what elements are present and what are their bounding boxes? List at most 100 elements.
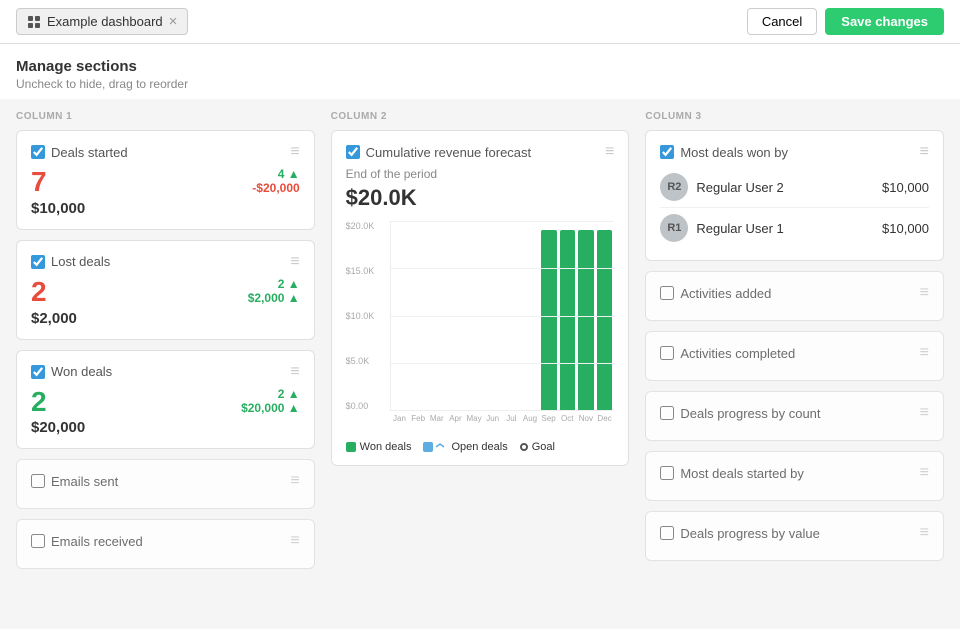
column-3: COLUMN 3 Most deals won by ≡ R2 Regular … bbox=[637, 111, 944, 617]
bar-jan bbox=[393, 221, 409, 410]
deals-progress-value-drag[interactable]: ≡ bbox=[920, 524, 929, 542]
emails-received-checkbox[interactable] bbox=[31, 534, 45, 548]
deals-started-card: Deals started ≡ 7 $10,000 4 ▲ -$20,000 bbox=[16, 130, 315, 230]
most-deals-won-checkbox[interactable] bbox=[660, 145, 674, 159]
most-deals-won-drag[interactable]: ≡ bbox=[920, 143, 929, 161]
column-1: COLUMN 1 Deals started ≡ 7 $10,000 4 ▲ bbox=[16, 111, 323, 617]
bar-dec bbox=[597, 221, 613, 410]
period-label: End of the period bbox=[346, 167, 615, 181]
won-deals-count: 2 bbox=[31, 387, 85, 418]
save-button[interactable]: Save changes bbox=[825, 8, 944, 35]
activities-completed-title: Activities completed bbox=[680, 346, 795, 361]
activities-completed-card: Activities completed ≡ bbox=[645, 331, 944, 381]
deals-started-value: $10,000 bbox=[31, 200, 85, 217]
deals-started-drag[interactable]: ≡ bbox=[290, 143, 299, 161]
bar-apr bbox=[448, 221, 464, 410]
lost-deals-stat-count: 2 ▲ bbox=[248, 277, 300, 291]
emails-sent-title: Emails sent bbox=[51, 474, 118, 489]
emails-received-drag[interactable]: ≡ bbox=[290, 532, 299, 550]
won-deals-stat-count: 2 ▲ bbox=[241, 387, 300, 401]
bar-jul bbox=[504, 221, 520, 410]
close-tab-icon[interactable]: × bbox=[169, 13, 178, 30]
deals-progress-count-drag[interactable]: ≡ bbox=[920, 404, 929, 422]
activities-added-card: Activities added ≡ bbox=[645, 271, 944, 321]
most-deals-started-drag[interactable]: ≡ bbox=[920, 464, 929, 482]
avatar-r2: R2 bbox=[660, 173, 688, 201]
emails-sent-checkbox[interactable] bbox=[31, 474, 45, 488]
chart-container: $20.0K $15.0K $10.0K $5.0K $0.00 bbox=[346, 221, 615, 453]
activities-added-checkbox[interactable] bbox=[660, 286, 674, 300]
chart-bars bbox=[390, 221, 615, 411]
legend-open-deals: Open deals bbox=[423, 441, 507, 453]
bar-feb bbox=[411, 221, 427, 410]
bar-mar bbox=[430, 221, 446, 410]
activities-completed-checkbox[interactable] bbox=[660, 346, 674, 360]
top-bar-actions: Cancel Save changes bbox=[747, 8, 944, 35]
lost-deals-count: 2 bbox=[31, 277, 77, 308]
open-deals-icon bbox=[435, 442, 447, 452]
dashboard-tab-name: Example dashboard bbox=[47, 14, 163, 29]
bar-nov bbox=[578, 221, 594, 410]
chart-legend: Won deals Open deals Goal bbox=[346, 441, 615, 453]
bar-jun bbox=[485, 221, 501, 410]
bar-oct bbox=[560, 221, 576, 410]
deals-started-checkbox[interactable] bbox=[31, 145, 45, 159]
chart-x-axis: Jan Feb Mar Apr May Jun Jul Aug Sep Oct … bbox=[390, 414, 615, 423]
most-deals-started-checkbox[interactable] bbox=[660, 466, 674, 480]
lost-deals-stat-amount: $2,000 ▲ bbox=[248, 291, 300, 305]
lost-deals-checkbox[interactable] bbox=[31, 255, 45, 269]
dashboard-tab[interactable]: Example dashboard × bbox=[16, 8, 188, 35]
most-deals-won-card: Most deals won by ≡ R2 Regular User 2 $1… bbox=[645, 130, 944, 261]
deals-progress-value-checkbox[interactable] bbox=[660, 526, 674, 540]
won-deals-card: Won deals ≡ 2 $20,000 2 ▲ $20,000 ▲ bbox=[16, 350, 315, 450]
emails-received-title: Emails received bbox=[51, 534, 143, 549]
emails-sent-drag[interactable]: ≡ bbox=[290, 472, 299, 490]
column-2: COLUMN 2 Cumulative revenue forecast ≡ E… bbox=[323, 111, 638, 617]
legend-goal: Goal bbox=[520, 441, 555, 453]
lost-deals-card: Lost deals ≡ 2 $2,000 2 ▲ $2,000 ▲ bbox=[16, 240, 315, 340]
lost-deals-value: $2,000 bbox=[31, 310, 77, 327]
user-amount-r1: $10,000 bbox=[882, 221, 929, 236]
deals-started-title: Deals started bbox=[51, 145, 128, 160]
user-row-r2: R2 Regular User 2 $10,000 bbox=[660, 167, 929, 208]
won-deals-drag[interactable]: ≡ bbox=[290, 363, 299, 381]
user-name-r2: Regular User 2 bbox=[696, 180, 783, 195]
most-deals-started-card: Most deals started by ≡ bbox=[645, 451, 944, 501]
activities-added-title: Activities added bbox=[680, 286, 771, 301]
activities-added-drag[interactable]: ≡ bbox=[920, 284, 929, 302]
col1-label: COLUMN 1 bbox=[16, 111, 315, 122]
activities-completed-drag[interactable]: ≡ bbox=[920, 344, 929, 362]
bar-may bbox=[467, 221, 483, 410]
deals-progress-count-card: Deals progress by count ≡ bbox=[645, 391, 944, 441]
revenue-forecast-checkbox[interactable] bbox=[346, 145, 360, 159]
revenue-forecast-card: Cumulative revenue forecast ≡ End of the… bbox=[331, 130, 630, 466]
revenue-forecast-title: Cumulative revenue forecast bbox=[366, 145, 531, 160]
deals-started-count: 7 bbox=[31, 167, 85, 198]
deals-progress-count-title: Deals progress by count bbox=[680, 406, 820, 421]
deals-progress-count-checkbox[interactable] bbox=[660, 406, 674, 420]
won-deals-stat-amount: $20,000 ▲ bbox=[241, 401, 300, 415]
period-value: $20.0K bbox=[346, 185, 615, 211]
cancel-button[interactable]: Cancel bbox=[747, 8, 817, 35]
bar-sep bbox=[541, 221, 557, 410]
users-list: R2 Regular User 2 $10,000 R1 Regular Use… bbox=[660, 167, 929, 248]
dashboard-icon bbox=[27, 15, 41, 29]
legend-won-deals: Won deals bbox=[346, 441, 412, 453]
col2-label: COLUMN 2 bbox=[331, 111, 630, 122]
emails-sent-card: Emails sent ≡ bbox=[16, 459, 315, 509]
bar-aug bbox=[523, 221, 539, 410]
page-title: Manage sections bbox=[16, 58, 944, 75]
lost-deals-drag[interactable]: ≡ bbox=[290, 253, 299, 271]
col3-label: COLUMN 3 bbox=[645, 111, 944, 122]
most-deals-started-title: Most deals started by bbox=[680, 466, 804, 481]
emails-received-card: Emails received ≡ bbox=[16, 519, 315, 569]
user-amount-r2: $10,000 bbox=[882, 180, 929, 195]
top-bar: Example dashboard × Cancel Save changes bbox=[0, 0, 960, 44]
won-deals-checkbox[interactable] bbox=[31, 365, 45, 379]
deals-progress-value-card: Deals progress by value ≡ bbox=[645, 511, 944, 561]
most-deals-won-title: Most deals won by bbox=[680, 145, 788, 160]
columns-area: COLUMN 1 Deals started ≡ 7 $10,000 4 ▲ bbox=[0, 99, 960, 629]
revenue-forecast-drag[interactable]: ≡ bbox=[605, 143, 614, 161]
deals-started-stat-count: 4 ▲ bbox=[252, 167, 299, 181]
user-name-r1: Regular User 1 bbox=[696, 221, 783, 236]
